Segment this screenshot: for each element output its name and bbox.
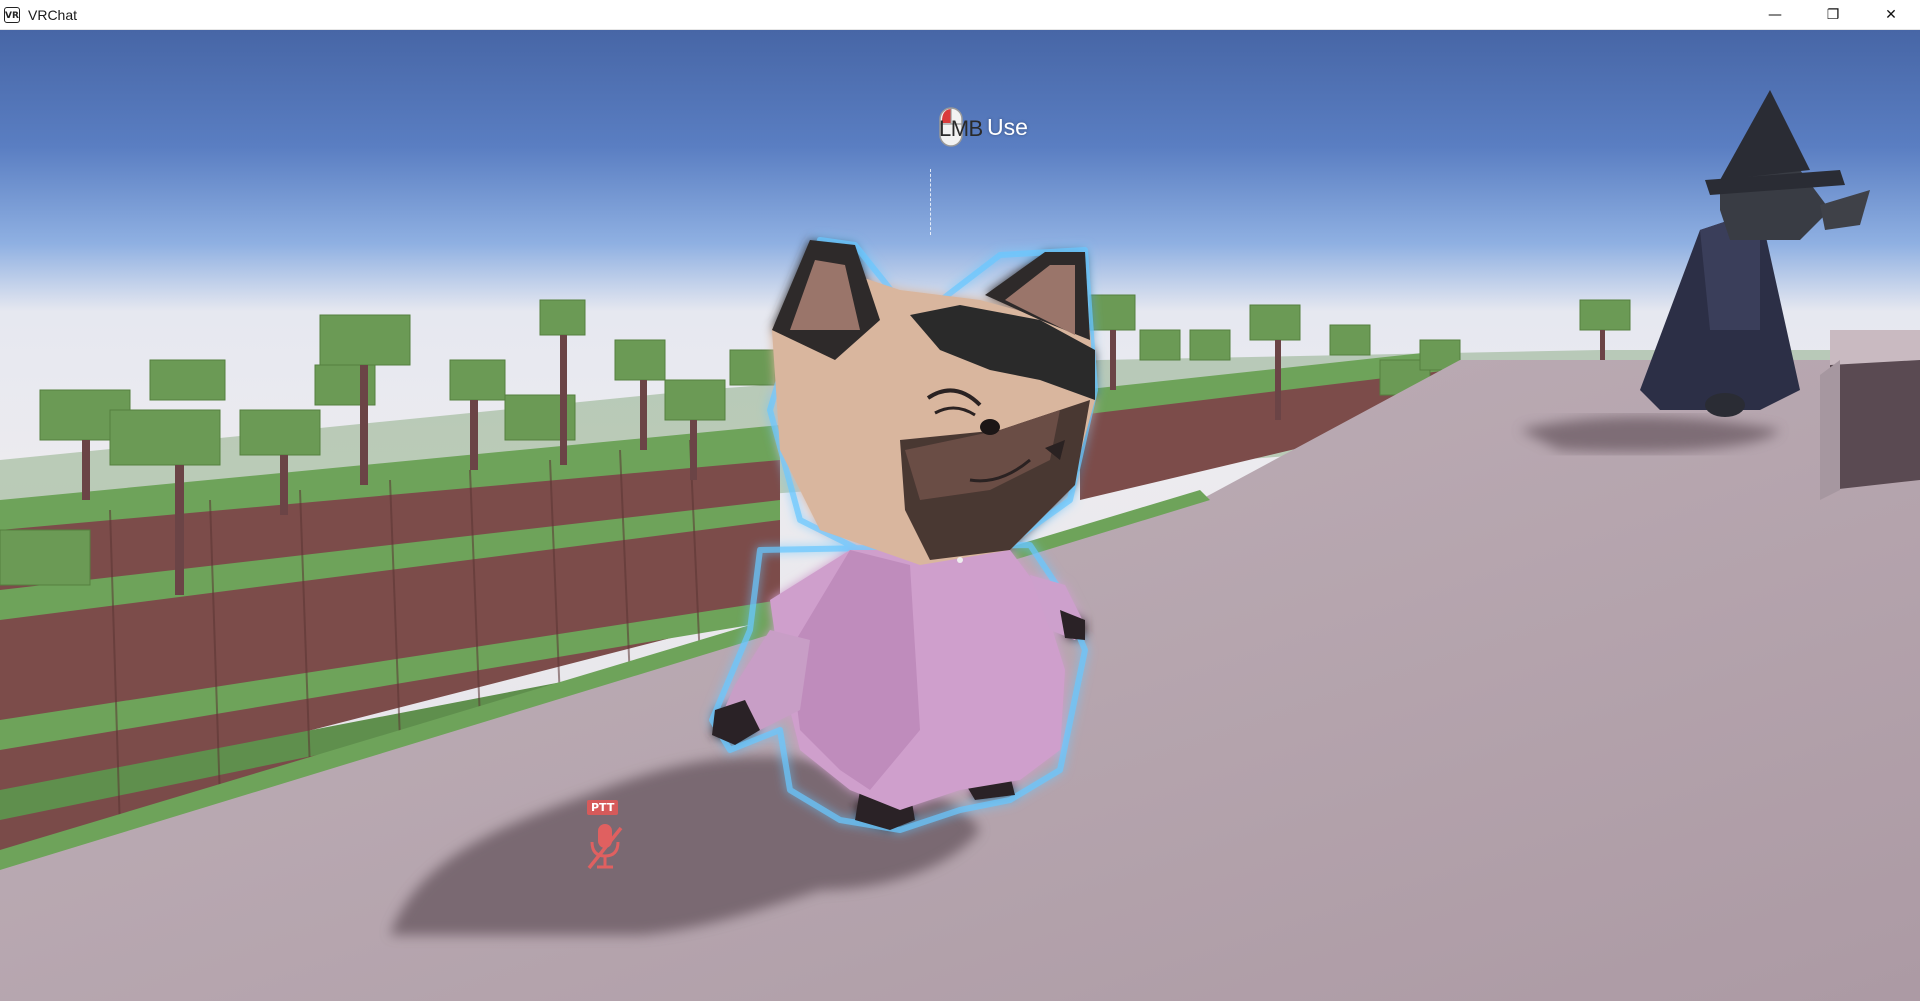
title-bar: VR VRChat — ❐ ✕ xyxy=(0,0,1920,30)
interact-hint: LMB Use xyxy=(939,105,1028,149)
interact-action-label: Use xyxy=(987,113,1028,140)
window-controls: — ❐ ✕ xyxy=(1746,0,1920,29)
voice-indicator: PTT xyxy=(585,800,625,880)
mic-muted-icon xyxy=(587,824,623,870)
close-button[interactable]: ✕ xyxy=(1862,0,1920,29)
world-scene xyxy=(0,30,1920,1001)
game-viewport[interactable]: LMB Use PTT xyxy=(0,30,1920,1001)
ptt-badge: PTT xyxy=(587,800,619,815)
restore-button[interactable]: ❐ xyxy=(1804,0,1862,29)
minimize-button[interactable]: — xyxy=(1746,0,1804,29)
mouse-left-button-icon: LMB xyxy=(939,107,983,147)
interact-key-label: LMB xyxy=(939,116,983,141)
window-title: VRChat xyxy=(28,6,78,23)
hint-connector-line xyxy=(930,169,931,235)
vrchat-app-icon: VR xyxy=(4,6,20,23)
